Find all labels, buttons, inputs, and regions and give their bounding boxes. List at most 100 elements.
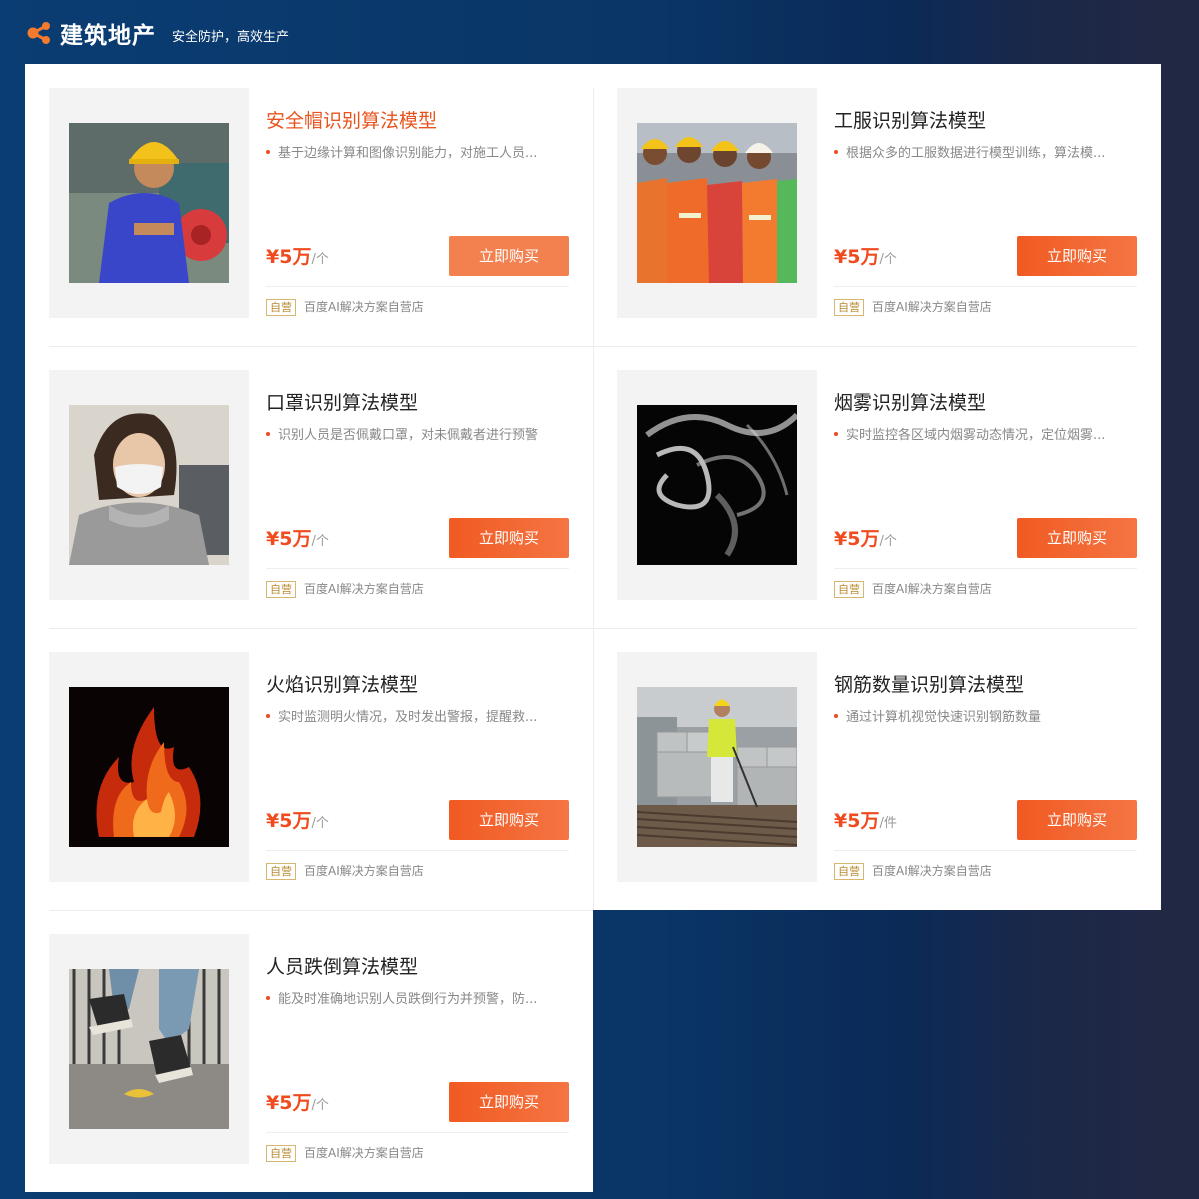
card-divider (266, 286, 569, 287)
bullet-dot (266, 431, 270, 436)
product-price: ¥5万/件 (834, 806, 897, 833)
product-card[interactable]: 口罩识别算法模型 识别人员是否佩戴口罩，对未佩戴者进行预警 ¥5万/个 立即购买… (49, 370, 569, 600)
price-unit: /个 (879, 534, 897, 549)
workers-vests-photo (637, 123, 797, 283)
product-description: 识别人员是否佩戴口罩，对未佩戴者进行预警 (266, 424, 566, 443)
row-divider (49, 346, 1137, 347)
product-thumbnail[interactable] (617, 652, 817, 882)
bullet-dot (266, 149, 270, 154)
product-description-text: 能及时准确地识别人员跌倒行为并预警，防... (278, 992, 538, 1007)
price-unit: /个 (879, 252, 897, 267)
product-title[interactable]: 安全帽识别算法模型 (266, 106, 437, 133)
product-description-text: 实时监测明火情况，及时发出警报，提醒救... (278, 710, 538, 725)
product-title[interactable]: 烟雾识别算法模型 (834, 388, 986, 415)
shop-name[interactable]: 百度AI解决方案自营店 (872, 299, 992, 316)
product-price: ¥5万/个 (834, 524, 897, 551)
buy-now-button[interactable]: 立即购买 (1017, 518, 1137, 558)
price-unit: /个 (311, 534, 329, 549)
product-card[interactable]: 工服识别算法模型 根据众多的工服数据进行模型训练，算法模... ¥5万/个 立即… (617, 88, 1137, 318)
brand-title: 建筑地产 (60, 23, 156, 49)
buy-now-button[interactable]: 立即购买 (449, 236, 569, 276)
product-card[interactable]: 钢筋数量识别算法模型 通过计算机视觉快速识别钢筋数量 ¥5万/件 立即购买 自营… (617, 652, 1137, 882)
product-thumbnail[interactable] (49, 88, 249, 318)
self-operated-badge: 自营 (834, 299, 864, 316)
self-operated-badge: 自营 (266, 581, 296, 598)
self-operated-badge: 自营 (266, 1145, 296, 1162)
self-operated-badge: 自营 (266, 863, 296, 880)
product-description: 通过计算机视觉快速识别钢筋数量 (834, 706, 1134, 725)
self-operated-badge: 自营 (266, 299, 296, 316)
price-value: ¥5万 (834, 246, 880, 268)
brand-slogan: 安全防护，高效生产 (172, 30, 290, 45)
buy-now-button[interactable]: 立即购买 (449, 518, 569, 558)
smoke-photo (637, 405, 797, 565)
product-card[interactable]: 安全帽识别算法模型 基于边缘计算和图像识别能力，对施工人员... ¥5万/个 立… (49, 88, 569, 318)
slip-fall-photo (69, 969, 229, 1129)
product-card[interactable]: 烟雾识别算法模型 实时监控各区域内烟雾动态情况，定位烟雾... ¥5万/个 立即… (617, 370, 1137, 600)
row-divider (49, 628, 1137, 629)
card-divider (266, 568, 569, 569)
card-divider (834, 850, 1137, 851)
share-nodes-icon (27, 22, 50, 44)
product-description-text: 通过计算机视觉快速识别钢筋数量 (846, 710, 1042, 725)
fire-photo (69, 687, 229, 847)
buy-now-button[interactable]: 立即购买 (1017, 800, 1137, 840)
buy-now-button[interactable]: 立即购买 (1017, 236, 1137, 276)
product-card[interactable]: 人员跌倒算法模型 能及时准确地识别人员跌倒行为并预警，防... ¥5万/个 立即… (49, 934, 569, 1164)
product-price: ¥5万/个 (834, 242, 897, 269)
product-thumbnail[interactable] (49, 370, 249, 600)
self-operated-badge: 自营 (834, 581, 864, 598)
product-title[interactable]: 钢筋数量识别算法模型 (834, 670, 1024, 697)
product-thumbnail[interactable] (617, 370, 817, 600)
bullet-dot (834, 431, 838, 436)
card-divider (266, 850, 569, 851)
product-thumbnail[interactable] (617, 88, 817, 318)
product-description-text: 基于边缘计算和图像识别能力，对施工人员... (278, 146, 538, 161)
rebar-site-photo (637, 687, 797, 847)
product-title[interactable]: 火焰识别算法模型 (266, 670, 418, 697)
price-unit: /件 (879, 816, 897, 831)
product-price: ¥5万/个 (266, 806, 329, 833)
product-title[interactable]: 人员跌倒算法模型 (266, 952, 418, 979)
price-unit: /个 (311, 1098, 329, 1113)
product-description: 实时监控各区域内烟雾动态情况，定位烟雾... (834, 424, 1134, 443)
price-unit: /个 (311, 252, 329, 267)
product-thumbnail[interactable] (49, 934, 249, 1164)
shop-name[interactable]: 百度AI解决方案自营店 (304, 299, 424, 316)
shop-name[interactable]: 百度AI解决方案自营店 (304, 863, 424, 880)
card-divider (834, 568, 1137, 569)
bullet-dot (266, 995, 270, 1000)
price-value: ¥5万 (266, 246, 312, 268)
product-title[interactable]: 口罩识别算法模型 (266, 388, 418, 415)
product-card[interactable]: 火焰识别算法模型 实时监测明火情况，及时发出警报，提醒救... ¥5万/个 立即… (49, 652, 569, 882)
product-price: ¥5万/个 (266, 242, 329, 269)
product-description: 基于边缘计算和图像识别能力，对施工人员... (266, 142, 566, 161)
price-value: ¥5万 (266, 1092, 312, 1114)
buy-now-button[interactable]: 立即购买 (449, 800, 569, 840)
product-price: ¥5万/个 (266, 1088, 329, 1115)
product-description-text: 实时监控各区域内烟雾动态情况，定位烟雾... (846, 428, 1106, 443)
card-divider (266, 1132, 569, 1133)
bullet-dot (834, 713, 838, 718)
price-value: ¥5万 (266, 810, 312, 832)
shop-name[interactable]: 百度AI解决方案自营店 (304, 1145, 424, 1162)
card-divider (834, 286, 1137, 287)
product-title[interactable]: 工服识别算法模型 (834, 106, 986, 133)
shop-name[interactable]: 百度AI解决方案自营店 (872, 863, 992, 880)
shop-name[interactable]: 百度AI解决方案自营店 (304, 581, 424, 598)
product-price: ¥5万/个 (266, 524, 329, 551)
price-value: ¥5万 (834, 810, 880, 832)
woman-mask-photo (69, 405, 229, 565)
column-divider (593, 88, 594, 910)
price-value: ¥5万 (266, 528, 312, 550)
product-description-text: 识别人员是否佩戴口罩，对未佩戴者进行预警 (278, 428, 539, 443)
bullet-dot (834, 149, 838, 154)
buy-now-button[interactable]: 立即购买 (449, 1082, 569, 1122)
product-description: 能及时准确地识别人员跌倒行为并预警，防... (266, 988, 566, 1007)
row-divider (49, 910, 593, 911)
top-bar: 建筑地产 安全防护，高效生产 (0, 0, 1199, 64)
shop-name[interactable]: 百度AI解决方案自营店 (872, 581, 992, 598)
product-thumbnail[interactable] (49, 652, 249, 882)
price-value: ¥5万 (834, 528, 880, 550)
product-description: 根据众多的工服数据进行模型训练，算法模... (834, 142, 1134, 161)
